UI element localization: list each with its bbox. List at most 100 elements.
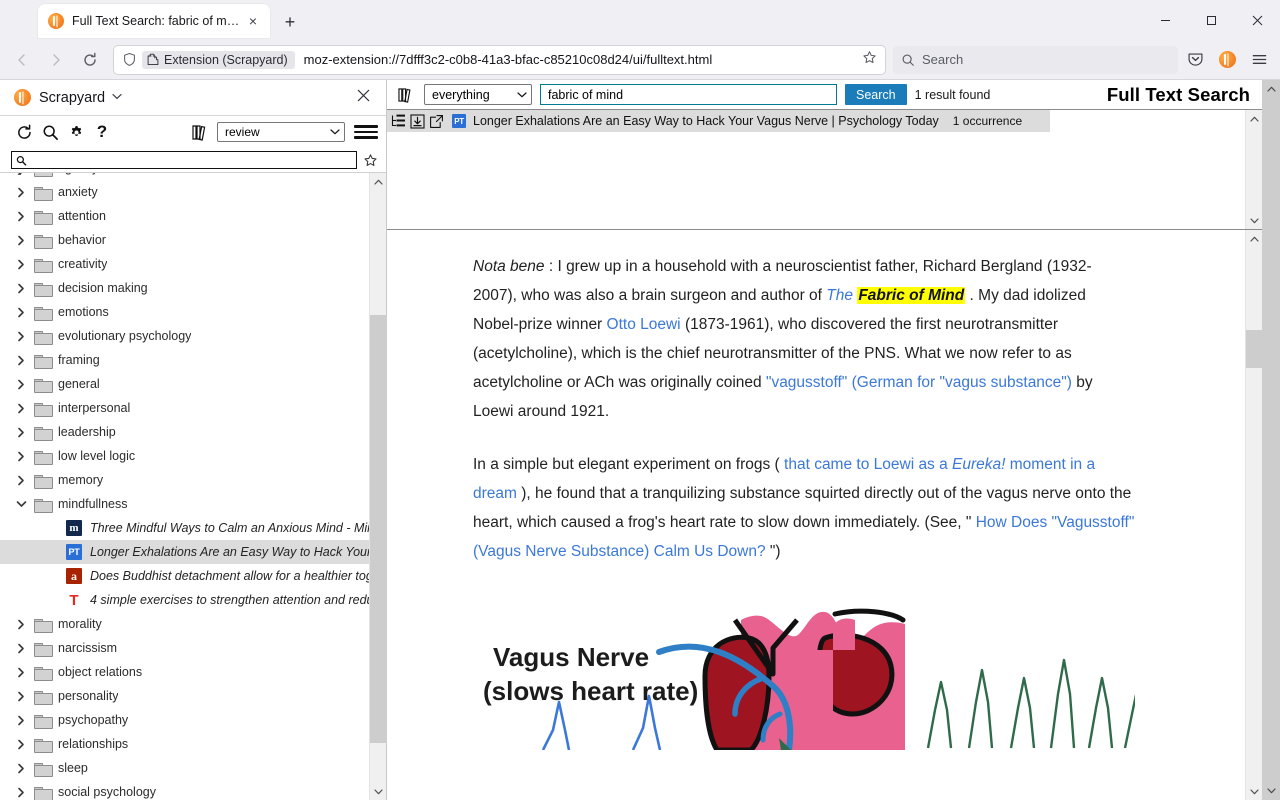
tree-bookmark-item[interactable]: m Three Mindful Ways to Calm an Anxious M…	[0, 516, 369, 540]
page-scrollbar[interactable]	[1262, 80, 1280, 800]
link-vagusstoff[interactable]: "vagusstoff" (German for "vagus substanc…	[766, 374, 1072, 391]
chevron-right-icon[interactable]	[14, 403, 28, 414]
chevron-right-icon[interactable]	[14, 307, 28, 318]
results-list[interactable]: PT Longer Exhalations Are an Easy Way to…	[387, 110, 1245, 229]
result-row[interactable]: PT Longer Exhalations Are an Easy Way to…	[387, 110, 1050, 132]
document-scrollbar[interactable]	[1245, 230, 1263, 800]
sidebar-search-icon[interactable]	[37, 119, 63, 145]
pocket-icon[interactable]	[1180, 45, 1210, 75]
reveal-in-tree-icon[interactable]	[389, 112, 408, 131]
tree-folder-general[interactable]: general	[0, 372, 369, 396]
tree-folder-personality[interactable]: personality	[0, 684, 369, 708]
scroll-down-arrow-icon[interactable]	[370, 783, 387, 800]
tree-folder-attention[interactable]: attention	[0, 204, 369, 228]
chevron-right-icon[interactable]	[14, 427, 28, 438]
tree-folder-creativity[interactable]: creativity	[0, 252, 369, 276]
forward-button[interactable]	[40, 45, 72, 75]
sidebar-menu-hamburger-icon[interactable]	[354, 125, 378, 139]
tree-folder-psychopathy[interactable]: psychopathy	[0, 708, 369, 732]
scroll-up-arrow-icon[interactable]	[1246, 230, 1263, 247]
result-title[interactable]: Longer Exhalations Are an Easy Way to Ha…	[473, 114, 939, 128]
chevron-right-icon[interactable]	[14, 715, 28, 726]
tree-folder-evolutionary-psychology[interactable]: evolutionary psychology	[0, 324, 369, 348]
download-icon[interactable]	[408, 112, 427, 131]
chevron-right-icon[interactable]	[14, 187, 28, 198]
chevron-right-icon[interactable]	[14, 355, 28, 366]
chevron-down-icon[interactable]	[14, 500, 28, 508]
hamburger-menu-icon[interactable]	[1244, 45, 1274, 75]
window-minimize-button[interactable]	[1142, 0, 1188, 40]
back-button[interactable]	[6, 45, 38, 75]
sidebar-star-filter-icon[interactable]	[363, 153, 378, 168]
open-in-new-tab-icon[interactable]	[427, 112, 446, 131]
tree-folder-sleep[interactable]: sleep	[0, 756, 369, 780]
fulltext-query-input-wrap[interactable]	[540, 84, 837, 105]
tree-folder-narcissism[interactable]: narcissism	[0, 636, 369, 660]
chevron-right-icon[interactable]	[14, 619, 28, 630]
scroll-down-arrow-icon[interactable]	[1246, 783, 1263, 800]
chevron-right-icon[interactable]	[14, 691, 28, 702]
sidebar-scrollbar-thumb[interactable]	[370, 315, 387, 743]
tree-folder-social-psychology[interactable]: social psychology	[0, 780, 369, 800]
shelf-books-icon[interactable]	[191, 124, 211, 141]
browser-search-bar[interactable]: Search	[893, 45, 1178, 74]
reload-button[interactable]	[74, 45, 106, 75]
chevron-right-icon[interactable]	[14, 379, 28, 390]
new-tab-button[interactable]: +	[275, 7, 305, 37]
sidebar-filter-input-wrap[interactable]	[11, 151, 357, 169]
results-scrollbar[interactable]	[1245, 110, 1262, 229]
extension-chip[interactable]: Extension (Scrapyard)	[142, 50, 295, 69]
link-the[interactable]: The	[826, 287, 853, 304]
sidebar-close-icon[interactable]	[353, 87, 374, 108]
document-scroll-host[interactable]: Nota bene : I grew up in a household wit…	[387, 230, 1245, 800]
scroll-up-arrow-icon[interactable]	[1262, 80, 1280, 98]
scroll-down-arrow-icon[interactable]	[1262, 782, 1280, 800]
chevron-right-icon[interactable]	[14, 331, 28, 342]
chevron-right-icon[interactable]: ❯	[14, 173, 28, 175]
url-bar[interactable]: Extension (Scrapyard) moz-extension://7d…	[114, 45, 885, 74]
window-close-button[interactable]	[1234, 0, 1280, 40]
link-otto-loewi[interactable]: Otto Loewi	[607, 316, 681, 333]
scroll-up-arrow-icon[interactable]	[1246, 110, 1263, 127]
tree-folder-leadership[interactable]: leadership	[0, 420, 369, 444]
chevron-right-icon[interactable]	[14, 763, 28, 774]
sidebar-scrollbar[interactable]	[369, 173, 387, 800]
window-maximize-button[interactable]	[1188, 0, 1234, 40]
tree-bookmark-item[interactable]: PT Longer Exhalations Are an Easy Way to …	[0, 540, 369, 564]
tree-folder-object-relations[interactable]: object relations	[0, 660, 369, 684]
tree-folder-morality[interactable]: morality	[0, 612, 369, 636]
tree-folder-relationships[interactable]: relationships	[0, 732, 369, 756]
fulltext-query-input[interactable]	[546, 86, 831, 103]
chevron-right-icon[interactable]	[14, 211, 28, 222]
chevron-right-icon[interactable]	[14, 283, 28, 294]
tree-bookmark-item[interactable]: T 4 simple exercises to strengthen attent…	[0, 588, 369, 612]
sidebar-help-icon[interactable]: ?	[89, 119, 115, 145]
chevron-right-icon[interactable]	[14, 787, 28, 798]
chevron-right-icon[interactable]	[14, 643, 28, 654]
bookmark-tree[interactable]: ❯ agency anxiety attention behavior creativ…	[0, 173, 369, 800]
bookmark-star-icon[interactable]	[862, 50, 879, 70]
tab-close-icon[interactable]: ×	[244, 12, 262, 30]
scrapyard-extension-icon[interactable]	[1212, 45, 1242, 75]
browser-tab-active[interactable]: Full Text Search: fabric of mind ×	[38, 4, 270, 38]
chevron-right-icon[interactable]	[14, 667, 28, 678]
tree-folder-anxiety[interactable]: anxiety	[0, 180, 369, 204]
fulltext-search-button[interactable]: Search	[845, 84, 907, 105]
chevron-right-icon[interactable]	[14, 235, 28, 246]
sidebar-settings-gear-icon[interactable]	[63, 119, 89, 145]
scroll-up-arrow-icon[interactable]	[370, 173, 387, 190]
sidebar-filter-input[interactable]	[30, 152, 352, 168]
search-scope-select[interactable]: everything	[424, 84, 532, 105]
chevron-right-icon[interactable]	[14, 451, 28, 462]
chevron-right-icon[interactable]	[14, 259, 28, 270]
sidebar-switcher-chevron-down-icon[interactable]	[112, 92, 122, 103]
tree-folder-emotions[interactable]: emotions	[0, 300, 369, 324]
chevron-right-icon[interactable]	[14, 739, 28, 750]
shelf-select[interactable]: review	[217, 122, 345, 142]
tree-folder-low-level-logic[interactable]: low level logic	[0, 444, 369, 468]
tree-node-partial[interactable]: ❯ agency	[0, 173, 369, 180]
tree-bookmark-item[interactable]: a Does Buddhist detachment allow for a he…	[0, 564, 369, 588]
document-scrollbar-thumb[interactable]	[1246, 330, 1263, 368]
tree-folder-framing[interactable]: framing	[0, 348, 369, 372]
tree-folder-interpersonal[interactable]: interpersonal	[0, 396, 369, 420]
